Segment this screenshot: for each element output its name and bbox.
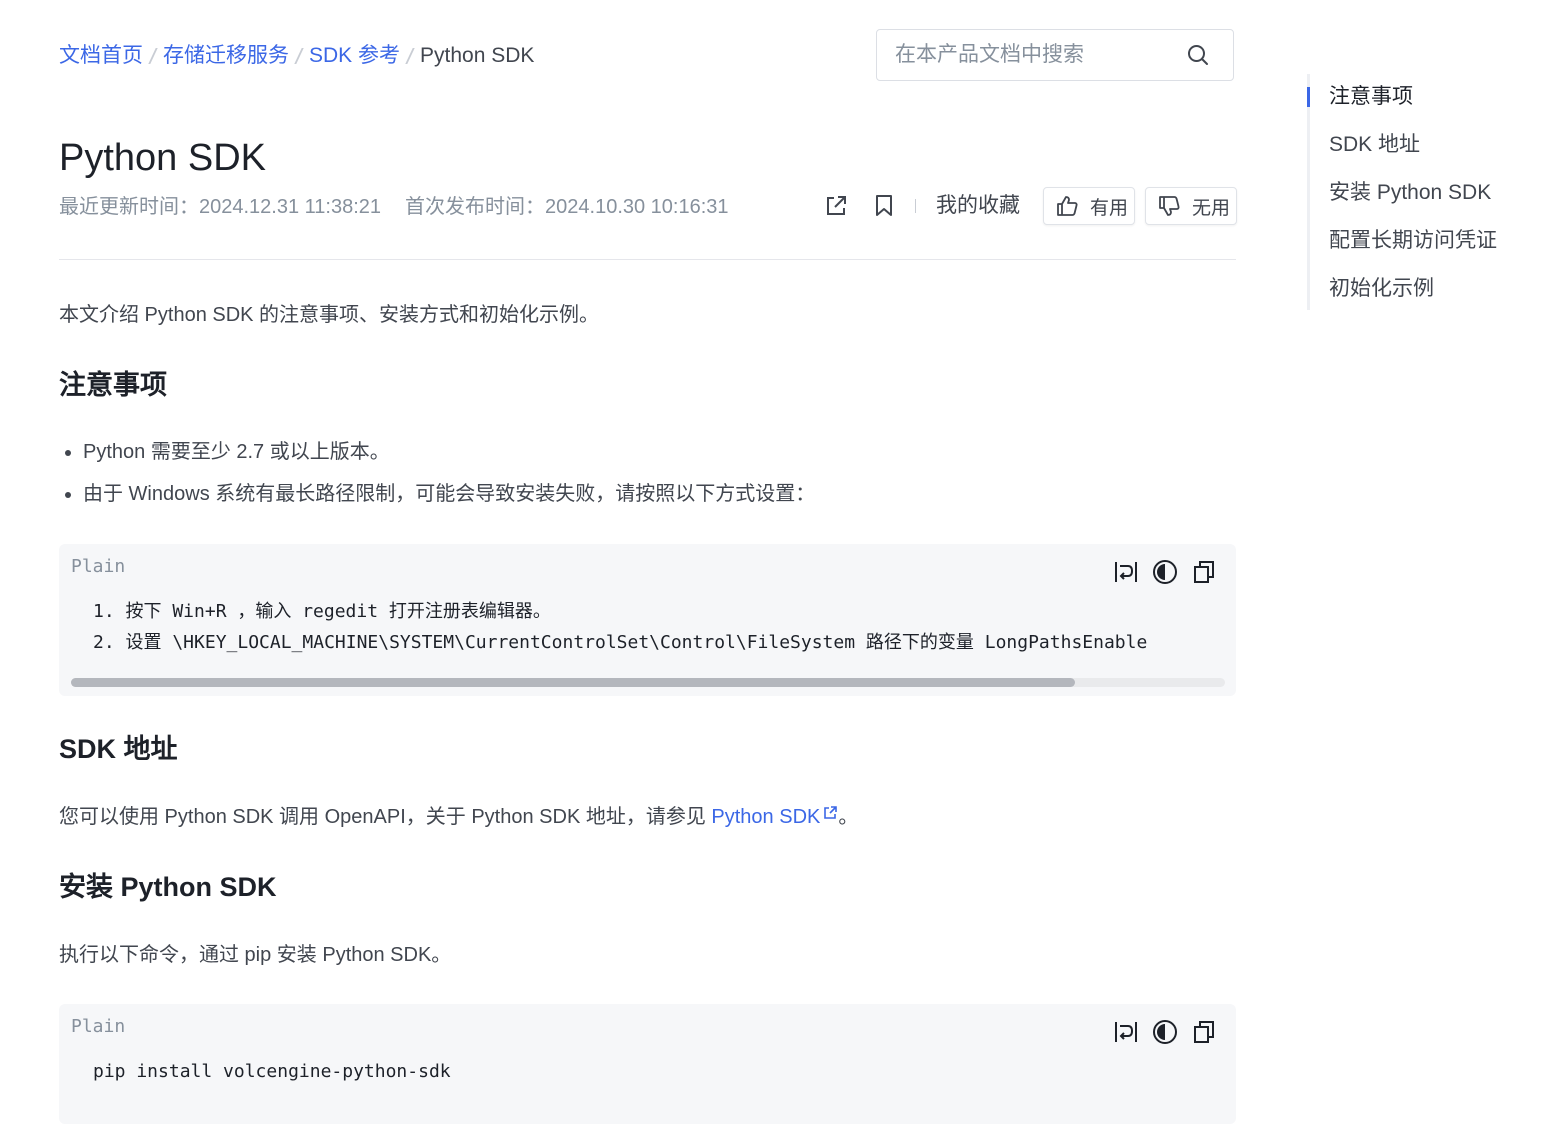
breadcrumb-separator (295, 48, 303, 64)
breadcrumb-separator (406, 48, 414, 64)
code-lines: pip install volcengine-python-sdk (93, 1056, 451, 1087)
sdk-paragraph: 您可以使用 Python SDK 调用 OpenAPI，关于 Python SD… (59, 803, 858, 831)
page-meta: 最近更新时间：2024.12.31 11:38:21 首次发布时间：2024.10… (59, 194, 729, 220)
code-line: 2. 设置 \HKEY_LOCAL_MACHINE\SYSTEM\Current… (93, 632, 1148, 653)
python-sdk-link[interactable]: Python SDK (711, 806, 838, 828)
heading-install: 安装 Python SDK (59, 872, 277, 902)
code-language-label: Plain (71, 1016, 126, 1037)
breadcrumb-current: Python SDK (420, 44, 535, 67)
toc-item-init-example[interactable]: 初始化示例 (1329, 275, 1434, 303)
useful-label: 有用 (1090, 197, 1129, 219)
search-input[interactable] (877, 30, 1185, 80)
toc-active-indicator (1307, 87, 1310, 107)
horizontal-scrollbar[interactable] (71, 678, 1225, 687)
toc-track (1307, 74, 1310, 310)
bookmark-icon[interactable] (871, 193, 897, 219)
breadcrumb-separator (149, 48, 157, 64)
theme-toggle-icon[interactable] (1151, 1018, 1179, 1046)
wrap-lines-icon[interactable] (1112, 558, 1140, 586)
install-text: 执行以下命令，通过 pip 安装 Python SDK。 (59, 944, 452, 966)
my-favorites-link[interactable]: 我的收藏 (936, 193, 1020, 219)
toc-item-install[interactable]: 安装 Python SDK (1329, 179, 1491, 207)
useless-button[interactable]: 无用 (1145, 187, 1237, 225)
theme-toggle-icon[interactable] (1151, 558, 1179, 586)
breadcrumb-link-sdk-reference[interactable]: SDK 参考 (309, 44, 400, 67)
code-block-registry: 1. 按下 Win+R ，输入 regedit 打开注册表编辑器。 2. 设置 … (59, 544, 1236, 696)
breadcrumb-link-docs-home[interactable]: 文档首页 (59, 44, 143, 67)
scrollbar-thumb[interactable] (71, 678, 1075, 687)
wrap-lines-icon[interactable] (1112, 1018, 1140, 1046)
heading-sdk-address: SDK 地址 (59, 734, 178, 764)
code-line: pip install volcengine-python-sdk (93, 1061, 451, 1082)
intro-text: 本文介绍 Python SDK 的注意事项、安装方式和初始化示例。 (59, 304, 600, 326)
toc-item-notes[interactable]: 注意事项 (1329, 83, 1413, 111)
heading-notes: 注意事项 (59, 370, 167, 400)
page-title: Python SDK (59, 137, 266, 179)
list-item: Python 需要至少 2.7 或以上版本。 (59, 438, 815, 480)
breadcrumb: 文档首页 存储迁移服务 SDK 参考 Python SDK (59, 42, 534, 70)
thumbs-up-icon (1057, 196, 1078, 216)
divider (915, 199, 916, 213)
useless-label: 无用 (1192, 197, 1231, 219)
header-divider (59, 259, 1236, 260)
code-language-label: Plain (71, 556, 126, 577)
useful-button[interactable]: 有用 (1043, 187, 1135, 225)
toc-item-credentials[interactable]: 配置长期访问凭证 (1329, 227, 1497, 255)
thumbs-down-icon (1159, 196, 1180, 216)
copy-icon[interactable] (1190, 558, 1218, 586)
python-sdk-link-label: Python SDK (711, 806, 821, 828)
published-time: 首次发布时间：2024.10.30 10:16:31 (405, 196, 729, 218)
breadcrumb-link-storage-migration[interactable]: 存储迁移服务 (163, 44, 289, 67)
external-link-icon (824, 806, 838, 819)
share-icon[interactable] (823, 193, 849, 219)
code-lines: 1. 按下 Win+R ，输入 regedit 打开注册表编辑器。 2. 设置 … (93, 596, 1147, 658)
search-icon[interactable] (1187, 44, 1209, 66)
code-block-pip-install: Plain pip install volcengine-python-sdk (59, 1004, 1236, 1124)
code-viewport: 1. 按下 Win+R ，输入 regedit 打开注册表编辑器。 2. 设置 … (59, 544, 1225, 674)
toc-item-sdk-address[interactable]: SDK 地址 (1329, 131, 1420, 159)
updated-time: 最近更新时间：2024.12.31 11:38:21 (59, 196, 382, 218)
code-line: 1. 按下 Win+R ，输入 regedit 打开注册表编辑器。 (93, 601, 551, 622)
sdk-end: 。 (838, 806, 859, 828)
search-box (876, 29, 1234, 81)
notes-list: Python 需要至少 2.7 或以上版本。 由于 Windows 系统有最长路… (59, 438, 815, 522)
copy-icon[interactable] (1190, 1018, 1218, 1046)
list-item: 由于 Windows 系统有最长路径限制，可能会导致安装失败，请按照以下方式设置… (59, 480, 815, 522)
sdk-text: 您可以使用 Python SDK 调用 OpenAPI，关于 Python SD… (59, 806, 712, 828)
